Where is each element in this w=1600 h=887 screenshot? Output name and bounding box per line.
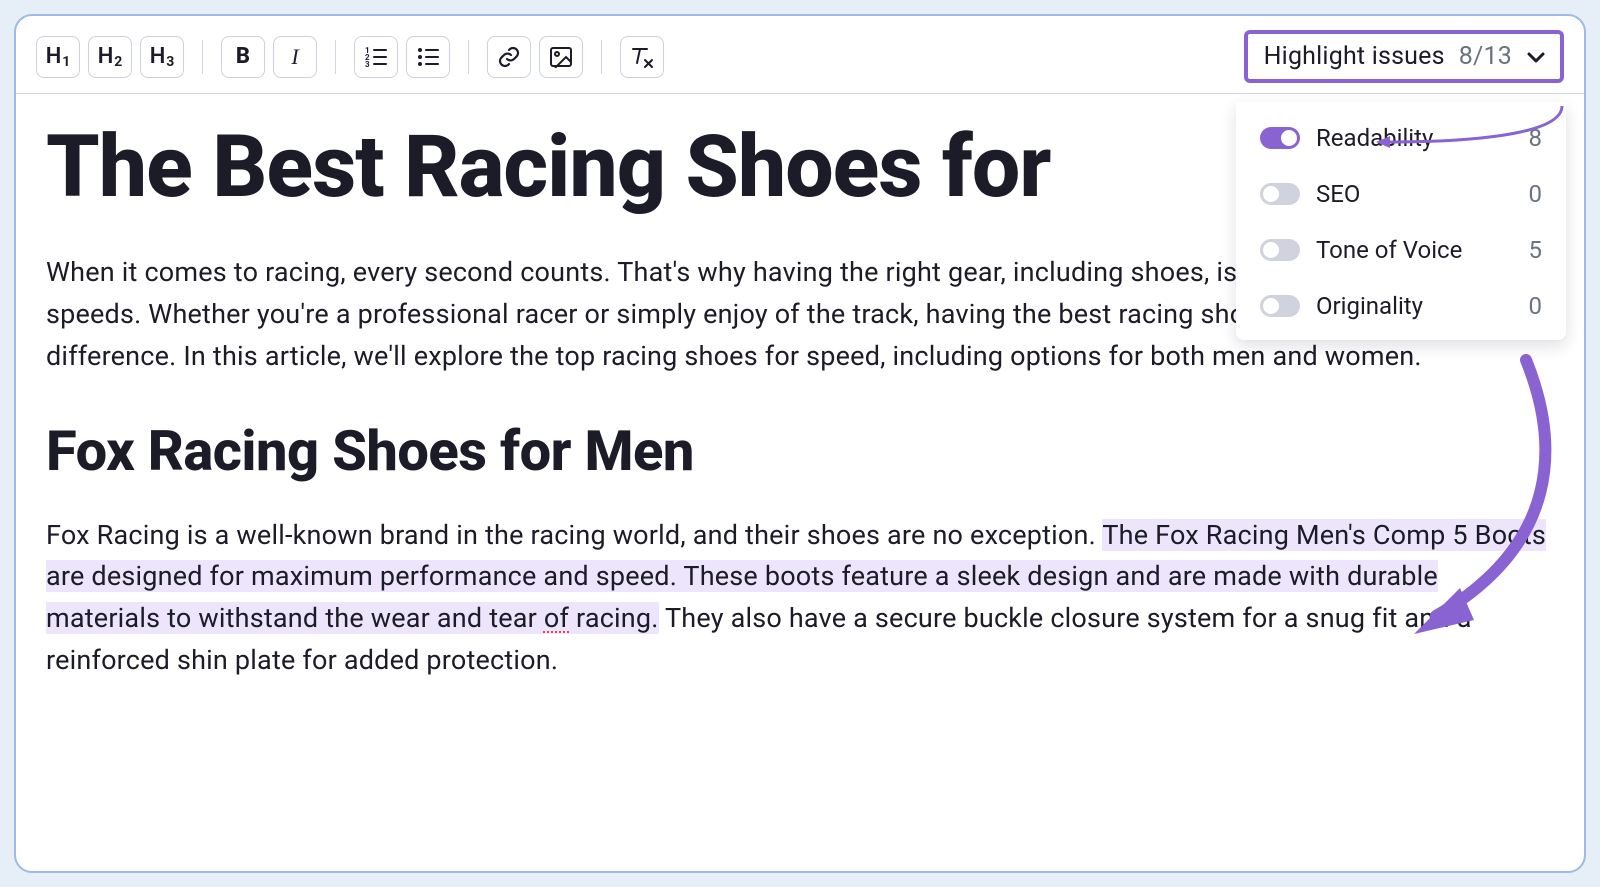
ordered-list-button[interactable]: 1 2 3 [354,36,398,78]
h-letter: H [98,44,114,69]
list-group: 1 2 3 [354,36,450,78]
dropdown-option-seo[interactable]: SEO 0 [1236,166,1566,222]
image-icon [549,46,573,68]
highlight-issues-dropdown-button[interactable]: Highlight issues 8/13 [1244,30,1564,83]
unordered-list-icon [416,46,440,68]
svg-text:3: 3 [365,60,370,68]
format-group: B I [221,36,317,78]
unordered-list-button[interactable] [406,36,450,78]
option-value: 0 [1529,180,1543,208]
toolbar-separator [601,40,602,74]
h-sub: 2 [114,54,122,70]
section-paragraph-fox[interactable]: Fox Racing is a well-known brand in the … [46,515,1554,682]
toolbar-separator [468,40,469,74]
highlight-issues-count: 8/13 [1459,42,1512,71]
editor-window: H1 H2 H3 B I [14,14,1586,873]
text-pre: Fox Racing is a well-known brand in the … [46,519,1102,551]
spelling-mark[interactable]: of [544,602,569,634]
toolbar-separator [202,40,203,74]
heading-3-button[interactable]: H3 [140,36,184,78]
h-letter: H [150,44,166,69]
option-value: 8 [1529,124,1543,152]
option-value: 0 [1529,292,1543,320]
link-button[interactable] [487,36,531,78]
italic-button[interactable]: I [273,36,317,78]
dropdown-option-originality[interactable]: Originality 0 [1236,278,1566,334]
h-letter: H [46,44,62,69]
section-heading-fox[interactable]: Fox Racing Shoes for Men [46,408,1554,495]
highlight-issues-dropdown: Readability 8 SEO 0 Tone of Voice 5 Orig… [1236,102,1566,340]
bold-button[interactable]: B [221,36,265,78]
option-value: 5 [1529,236,1543,264]
link-icon [497,45,521,69]
clear-formatting-icon [629,45,655,69]
option-label: SEO [1316,180,1513,208]
editor-toolbar: H1 H2 H3 B I [16,16,1584,94]
ordered-list-icon: 1 2 3 [364,46,388,68]
dropdown-option-tone[interactable]: Tone of Voice 5 [1236,222,1566,278]
heading-1-button[interactable]: H1 [36,36,80,78]
italic-label: I [291,44,298,70]
option-label: Originality [1316,292,1513,320]
h-sub: 3 [166,54,174,70]
highlight-issues-label: Highlight issues [1264,42,1445,71]
clear-formatting-button[interactable] [620,36,664,78]
heading-group: H1 H2 H3 [36,36,184,78]
option-label: Readability [1316,124,1513,152]
toggle-tone[interactable] [1260,239,1300,261]
insert-group [487,36,583,78]
chevron-down-icon [1526,42,1546,71]
toggle-originality[interactable] [1260,295,1300,317]
h-sub: 1 [62,54,70,70]
image-button[interactable] [539,36,583,78]
toggle-seo[interactable] [1260,183,1300,205]
option-label: Tone of Voice [1316,236,1513,264]
toolbar-separator [335,40,336,74]
clear-group [620,36,664,78]
toggle-readability[interactable] [1260,127,1300,149]
heading-2-button[interactable]: H2 [88,36,132,78]
dropdown-option-readability[interactable]: Readability 8 [1236,110,1566,166]
bold-label: B [236,44,250,69]
